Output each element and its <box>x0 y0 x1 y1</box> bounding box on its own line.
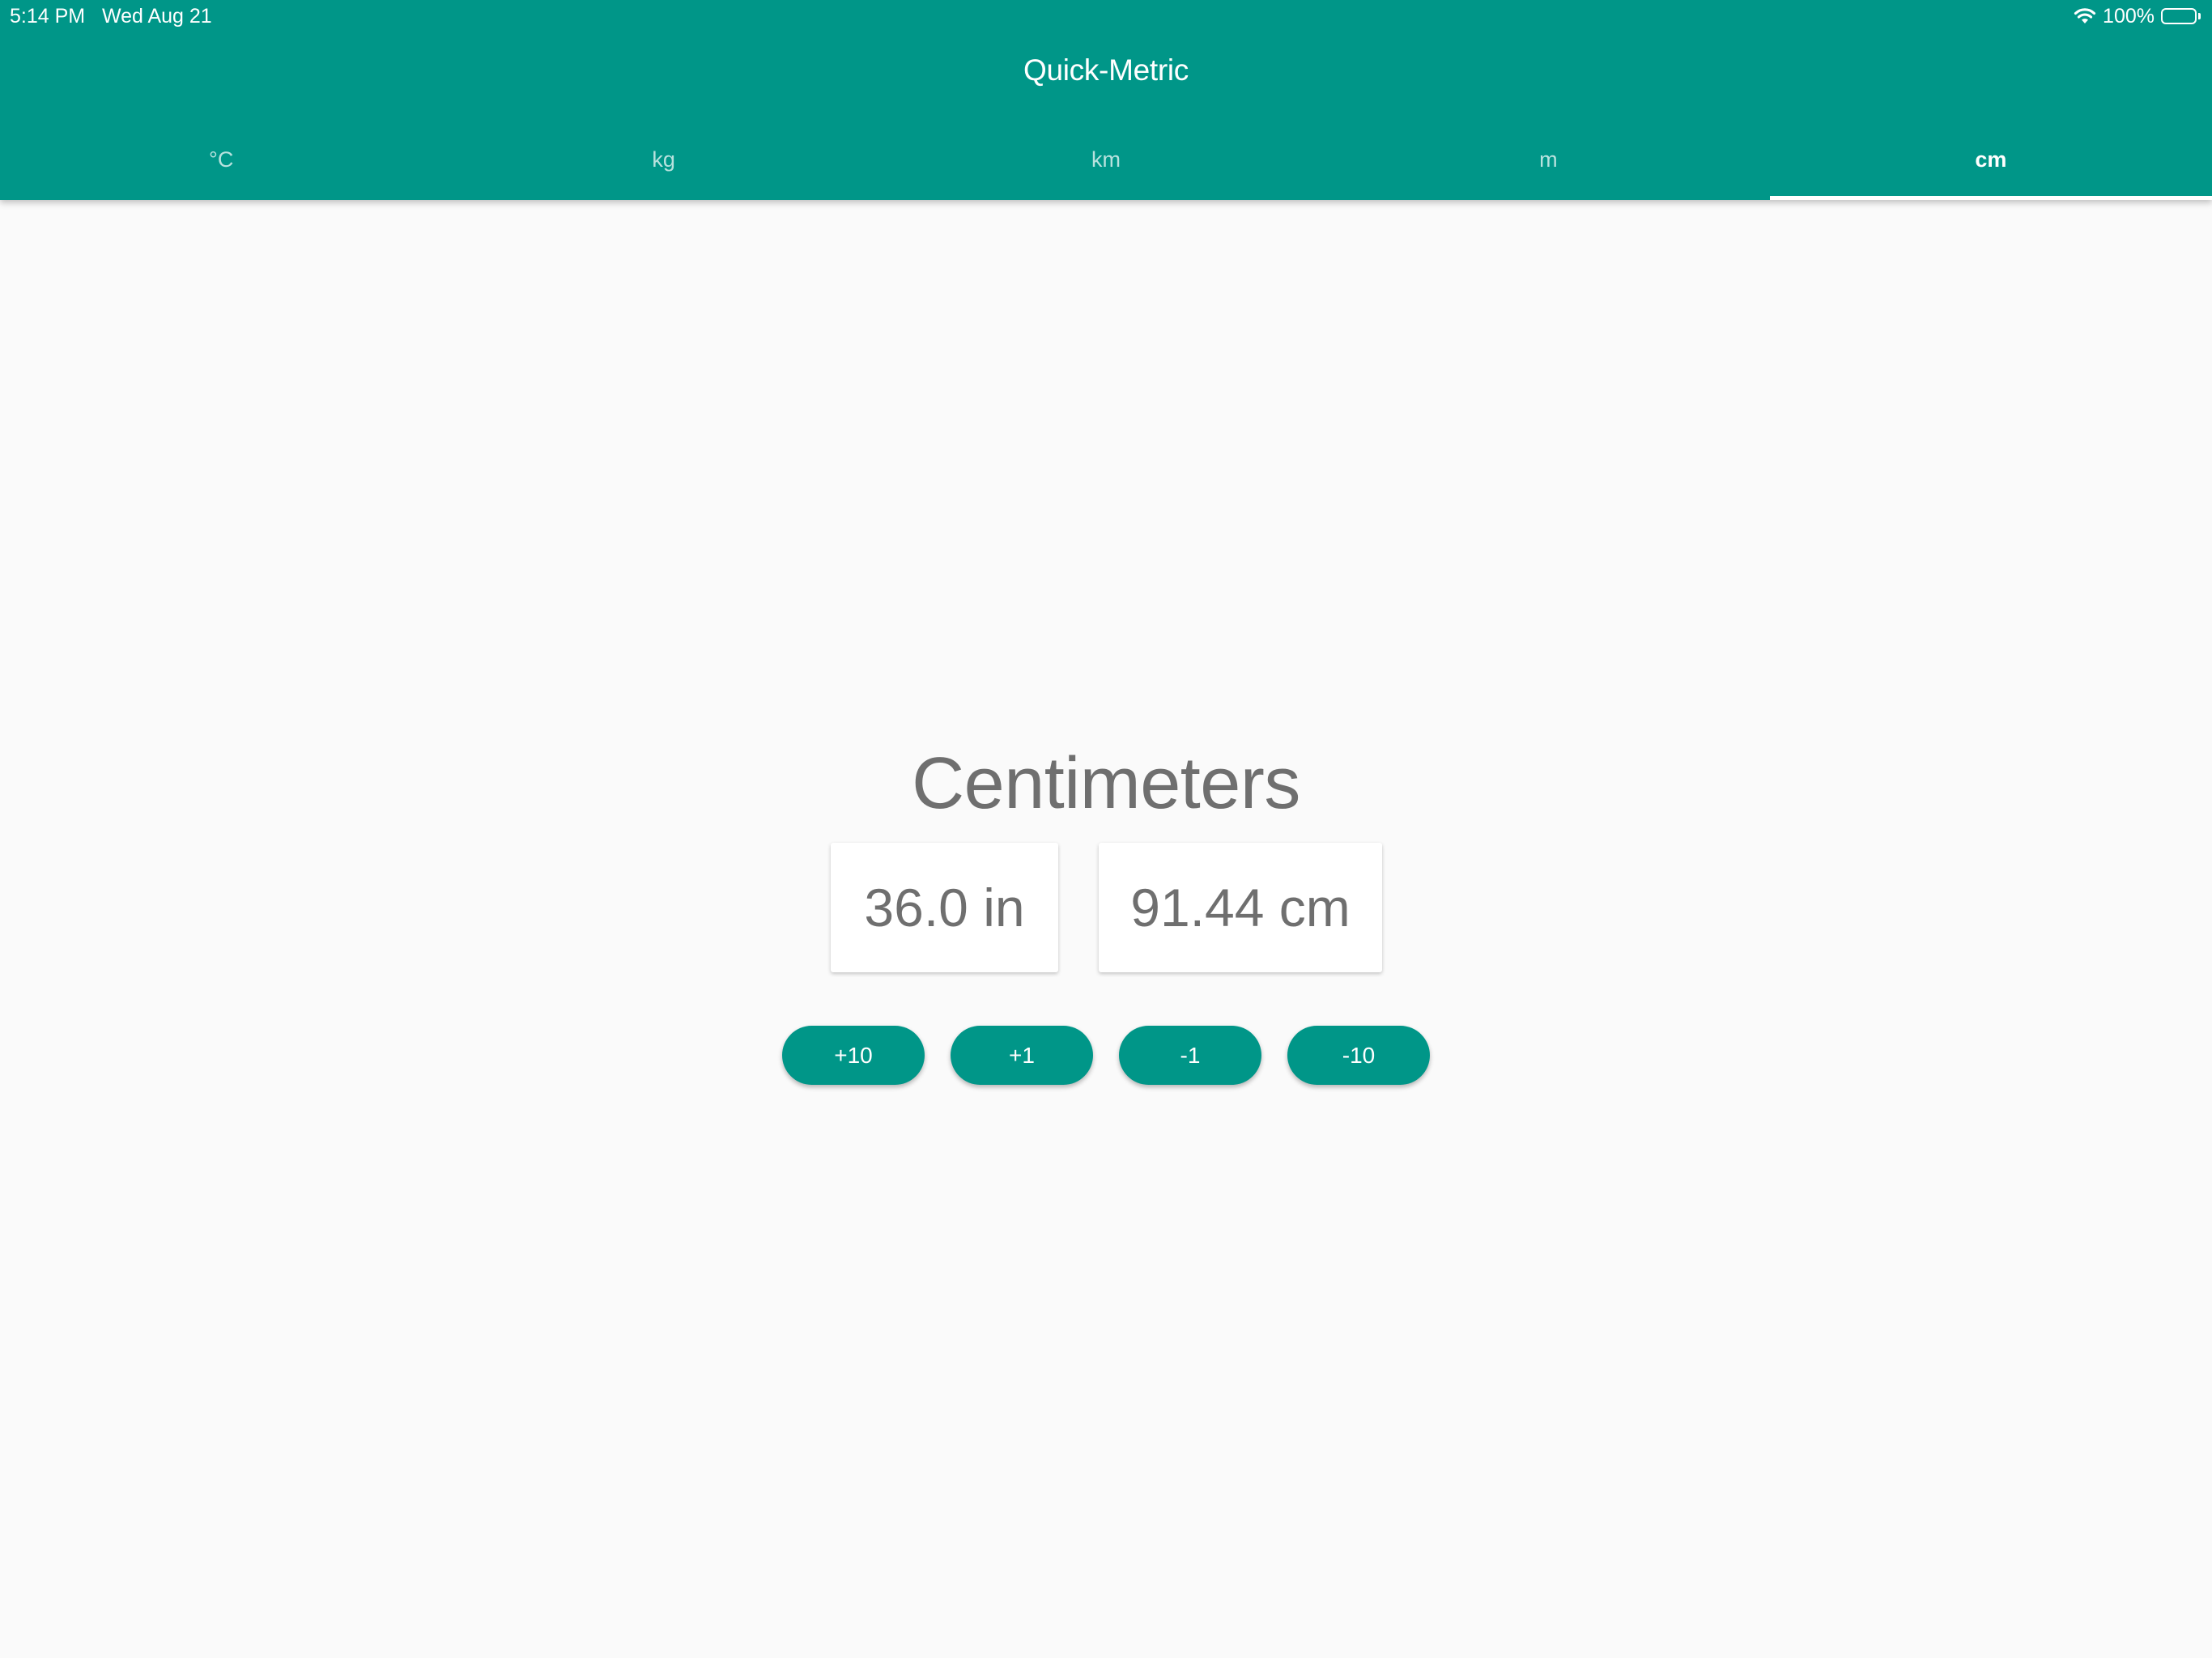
converter-panel: Centimeters 36.0 in 91.44 cm +10 +1 -1 -… <box>0 200 2212 1658</box>
tab-celsius[interactable]: °C <box>0 130 442 200</box>
status-date: Wed Aug 21 <box>101 5 212 28</box>
app-bar: 5:14 PM Wed Aug 21 100% Quick-Metric °C … <box>0 0 2212 200</box>
app-title: Quick-Metric <box>1023 53 1189 87</box>
tab-kilometers[interactable]: km <box>885 130 1327 200</box>
tab-kilograms[interactable]: kg <box>442 130 884 200</box>
battery-icon <box>2161 8 2201 24</box>
input-value-card: 36.0 in <box>831 843 1058 972</box>
minus-1-button[interactable]: -1 <box>1119 1026 1261 1085</box>
plus-10-button[interactable]: +10 <box>782 1026 925 1085</box>
tab-meters[interactable]: m <box>1327 130 1769 200</box>
tab-centimeters[interactable]: cm <box>1769 130 2212 200</box>
wifi-icon <box>2074 7 2096 25</box>
unit-title: Centimeters <box>912 743 1300 824</box>
status-indicators: 100% <box>2074 0 2201 32</box>
unit-tabs: °C kg km m cm <box>0 130 2212 200</box>
status-time: 5:14 PM <box>10 5 86 28</box>
battery-percentage: 100% <box>2103 5 2155 28</box>
output-value-card: 91.44 cm <box>1099 843 1382 972</box>
plus-1-button[interactable]: +1 <box>951 1026 1093 1085</box>
status-time-date: 5:14 PM Wed Aug 21 <box>10 0 212 32</box>
status-bar: 5:14 PM Wed Aug 21 100% <box>0 0 2212 32</box>
minus-10-button[interactable]: -10 <box>1287 1026 1430 1085</box>
